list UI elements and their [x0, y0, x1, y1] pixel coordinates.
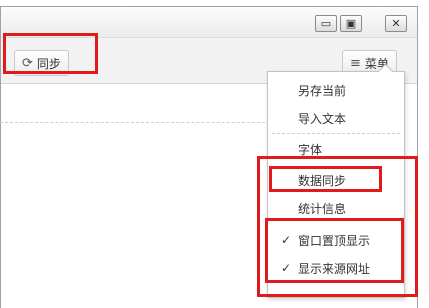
menu-item-import-text[interactable]: 导入文本 — [268, 107, 404, 129]
menu-item-save-current[interactable]: 另存当前 — [268, 79, 404, 101]
minimize-button[interactable]: ▭ — [315, 15, 337, 32]
menu-separator — [272, 133, 400, 134]
highlight-display-options — [265, 218, 404, 283]
highlight-sync-button — [3, 33, 98, 74]
highlight-data-sync — [269, 166, 382, 192]
menu-item-label: 导入文本 — [298, 111, 347, 126]
menu-item-label: 字体 — [298, 142, 323, 157]
menu-item-label: 另存当前 — [298, 83, 347, 98]
restore-button[interactable]: ▣ — [340, 15, 362, 32]
hamburger-icon: ≡ — [350, 55, 361, 71]
close-button[interactable]: ✕ — [385, 15, 407, 32]
content-divider — [0, 122, 270, 123]
